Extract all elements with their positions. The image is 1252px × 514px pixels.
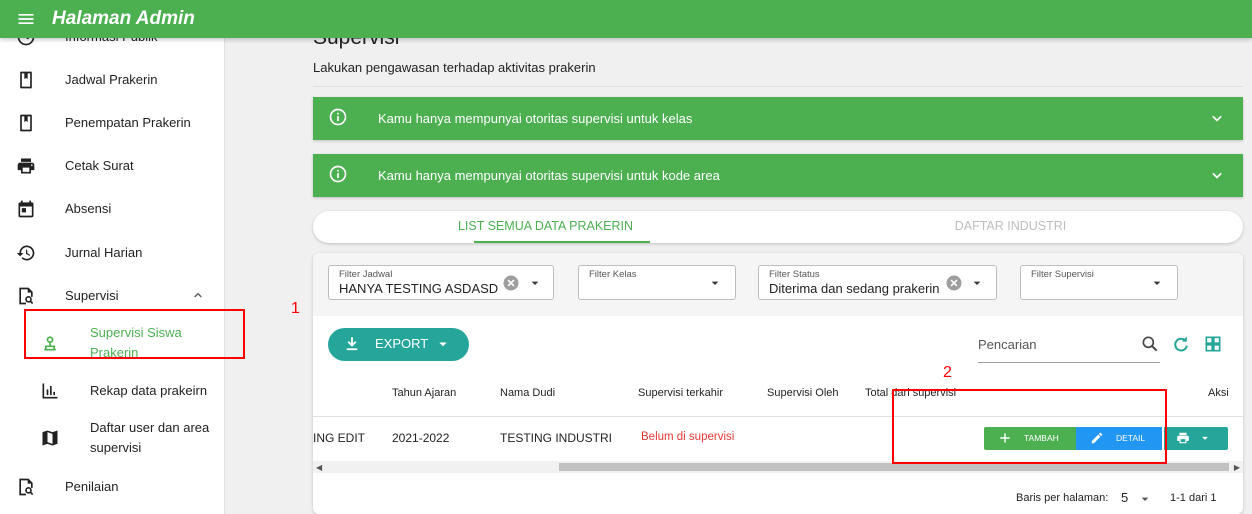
banner-text: Kamu hanya mempunyai otoritas supervisi … bbox=[378, 168, 720, 183]
app-title: Halaman Admin bbox=[52, 8, 195, 29]
printer-icon bbox=[1176, 431, 1190, 447]
sidebar: Informasi Publik Jadwal Prakerin Penempa… bbox=[0, 0, 225, 514]
sidebar-item-label: Cetak Surat bbox=[65, 158, 134, 173]
rows-per-page-label: Baris per halaman: bbox=[1016, 492, 1109, 504]
sidebar-item-label: Jurnal Harian bbox=[65, 245, 143, 260]
annotation-box-1 bbox=[24, 309, 245, 359]
menu-icon[interactable] bbox=[0, 0, 52, 38]
sidebar-item-penempatan[interactable]: Penempatan Prakerin bbox=[0, 112, 224, 134]
column-header-dudi[interactable]: Nama Dudi bbox=[500, 387, 555, 399]
page-subtitle: Lakukan pengawasan terhadap aktivitas pr… bbox=[313, 60, 596, 75]
sidebar-item-label: Absensi bbox=[65, 201, 112, 216]
notice-banner-area[interactable]: Kamu hanya mempunyai otoritas supervisi … bbox=[313, 154, 1243, 197]
filter-label: Filter Kelas bbox=[589, 269, 637, 280]
filter-label: Filter Supervisi bbox=[1031, 269, 1094, 280]
tabs: LIST SEMUA DATA PRAKERIN DAFTAR INDUSTRI bbox=[313, 211, 1243, 243]
column-header-aksi: Aksi bbox=[1208, 387, 1229, 399]
column-header-oleh[interactable]: Supervisi Oleh bbox=[767, 387, 839, 399]
annotation-label-1: 1 bbox=[291, 300, 300, 317]
caret-down-icon bbox=[1198, 431, 1212, 447]
filter-supervisi-select[interactable]: Filter Supervisi bbox=[1020, 265, 1178, 300]
export-button[interactable]: EXPORT bbox=[328, 328, 469, 361]
sidebar-item-jurnal-harian[interactable]: Jurnal Harian bbox=[0, 242, 224, 264]
bar-chart-icon bbox=[40, 381, 60, 401]
cell-dudi: TESTING INDUSTRI bbox=[500, 431, 613, 445]
filter-label: Filter Jadwal bbox=[339, 269, 393, 280]
pagination-range: 1-1 dari 1 bbox=[1170, 492, 1217, 504]
cell-first: ING EDIT bbox=[313, 431, 366, 445]
scroll-left-icon[interactable]: ◀ bbox=[316, 463, 322, 472]
filter-label: Filter Status bbox=[769, 269, 820, 280]
sidebar-item-jadwal[interactable]: Jadwal Prakerin bbox=[0, 69, 224, 91]
chevron-up-icon bbox=[190, 287, 206, 306]
grid-view-icon[interactable] bbox=[1203, 334, 1223, 359]
chevron-down-icon[interactable] bbox=[1207, 108, 1227, 131]
history-icon bbox=[16, 243, 36, 263]
filter-value: Diterima dan sedang prakerin bbox=[769, 281, 940, 296]
scroll-right-icon[interactable]: ▶ bbox=[1234, 463, 1240, 472]
filter-kelas-select[interactable]: Filter Kelas bbox=[578, 265, 736, 300]
caret-down-icon bbox=[434, 335, 452, 356]
chevron-down-icon[interactable] bbox=[1207, 165, 1227, 188]
filter-status-select[interactable]: Filter Status Diterima dan sedang praker… bbox=[758, 265, 997, 300]
print-menu-button[interactable] bbox=[1164, 427, 1228, 450]
refresh-icon[interactable] bbox=[1171, 334, 1191, 359]
rows-per-page-select[interactable]: 5 bbox=[1121, 490, 1128, 505]
filter-value: HANYA TESTING ASDASD bbox=[339, 281, 499, 296]
search-icon[interactable] bbox=[1140, 334, 1160, 359]
tab-daftar-industri[interactable]: DAFTAR INDUSTRI bbox=[778, 211, 1243, 243]
page-search-icon bbox=[16, 477, 36, 497]
sidebar-item-penilaian[interactable]: Penilaian bbox=[0, 476, 224, 498]
sidebar-item-label: Jadwal Prakerin bbox=[65, 72, 158, 87]
chevron-down-icon[interactable] bbox=[707, 275, 723, 296]
notice-banner-kelas[interactable]: Kamu hanya mempunyai otoritas supervisi … bbox=[313, 97, 1243, 140]
info-icon bbox=[328, 164, 348, 187]
printer-icon bbox=[16, 156, 36, 176]
sidebar-item-label: Daftar user dan area supervisi bbox=[90, 420, 210, 455]
sidebar-item-supervisi[interactable]: Supervisi bbox=[0, 285, 224, 307]
tab-label: LIST SEMUA DATA PRAKERIN bbox=[457, 219, 634, 233]
annotation-label-2: 2 bbox=[943, 364, 952, 381]
tab-label: DAFTAR INDUSTRI bbox=[954, 219, 1067, 233]
filter-bar: Filter Jadwal HANYA TESTING ASDASD Filte… bbox=[313, 253, 1243, 316]
divider bbox=[313, 86, 1243, 87]
book-icon bbox=[16, 113, 36, 133]
cell-supervisi-terakhir: Belum di supervisi bbox=[641, 431, 735, 443]
annotation-box-2 bbox=[892, 389, 1167, 464]
scrollbar-thumb[interactable] bbox=[559, 463, 1229, 471]
info-icon bbox=[328, 107, 348, 130]
book-icon bbox=[16, 70, 36, 90]
app-bar: Halaman Admin bbox=[0, 0, 1252, 38]
export-label: EXPORT bbox=[375, 336, 429, 351]
sidebar-item-label: Rekap data prakeirn bbox=[90, 383, 208, 398]
map-icon bbox=[40, 428, 60, 448]
cell-tahun: 2021-2022 bbox=[392, 431, 450, 445]
sidebar-item-label: Penilaian bbox=[65, 479, 119, 494]
sidebar-item-absensi[interactable]: Absensi bbox=[0, 198, 224, 220]
banner-text: Kamu hanya mempunyai otoritas supervisi … bbox=[378, 111, 693, 126]
caret-down-icon[interactable] bbox=[1137, 491, 1153, 512]
filter-jadwal-select[interactable]: Filter Jadwal HANYA TESTING ASDASD bbox=[328, 265, 554, 300]
clear-icon[interactable] bbox=[501, 273, 521, 298]
sidebar-item-cetak-surat[interactable]: Cetak Surat bbox=[0, 155, 224, 177]
sidebar-item-rekap[interactable]: Rekap data prakeirn bbox=[0, 380, 224, 402]
search-placeholder: Pencarian bbox=[978, 337, 1037, 352]
data-card: Filter Jadwal HANYA TESTING ASDASD Filte… bbox=[313, 253, 1243, 514]
clear-icon[interactable] bbox=[944, 273, 964, 298]
page-search-icon bbox=[16, 286, 36, 306]
chevron-down-icon[interactable] bbox=[1149, 275, 1165, 296]
chevron-down-icon[interactable] bbox=[969, 275, 985, 296]
download-icon bbox=[343, 335, 361, 356]
sidebar-item-label: Supervisi bbox=[65, 288, 119, 303]
sidebar-item-daftar-user[interactable]: Daftar user dan area supervisi bbox=[0, 418, 224, 458]
sidebar-item-label: Penempatan Prakerin bbox=[65, 115, 191, 130]
tab-indicator bbox=[474, 241, 650, 243]
column-header-terakhir[interactable]: Supervisi terkahir bbox=[638, 387, 723, 399]
column-header-tahun[interactable]: Tahun Ajaran bbox=[392, 387, 456, 399]
chevron-down-icon[interactable] bbox=[527, 275, 543, 296]
calendar-icon bbox=[16, 199, 36, 219]
search-input[interactable]: Pencarian bbox=[978, 330, 1160, 363]
tab-list-prakerin[interactable]: LIST SEMUA DATA PRAKERIN bbox=[313, 211, 778, 243]
